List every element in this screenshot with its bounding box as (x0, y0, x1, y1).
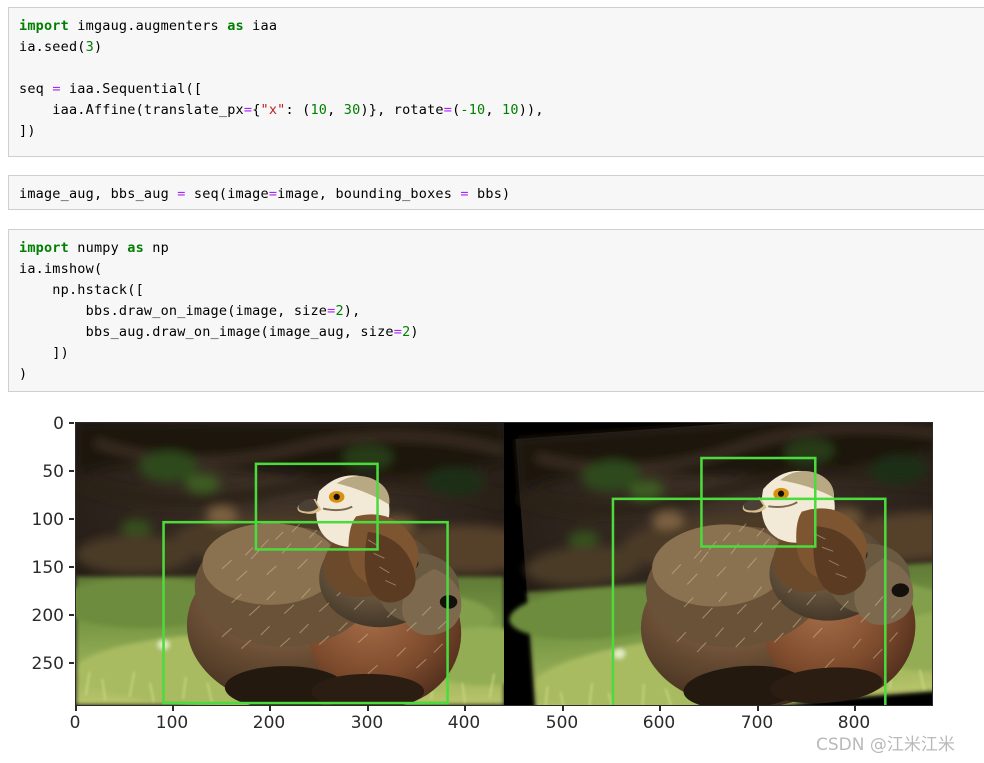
xtick-label-0: 0 (69, 713, 81, 733)
xtick-label-100: 100 (155, 713, 189, 733)
xtick-label-700: 700 (740, 713, 774, 733)
xtick-label-500: 500 (545, 713, 579, 733)
code-cell-seq-content[interactable]: import imgaug.augmenters as iaa ia.seed(3… (19, 16, 984, 142)
ytick-mark-0 (69, 422, 74, 424)
xtick-label-400: 400 (447, 713, 481, 733)
code-line: ) (19, 366, 28, 382)
code-line: bbs_aug.draw_on_image(image_aug, size=2) (19, 324, 419, 340)
ytick-label-150: 150 (31, 558, 64, 578)
image-canvas (76, 423, 932, 705)
code-line: import numpy as np (19, 240, 169, 256)
csdn-watermark: CSDN @江米江米 (816, 735, 955, 755)
ytick-mark-250 (69, 662, 74, 664)
code-line: ]) (19, 123, 36, 139)
ytick-label-250: 250 (31, 654, 64, 674)
code-cell-augment-content[interactable]: image_aug, bbs_aug = seq(image=image, bo… (19, 184, 984, 205)
code-line: ia.imshow( (19, 261, 103, 277)
ytick-mark-50 (69, 470, 74, 472)
code-line: bbs.draw_on_image(image, size=2), (19, 303, 361, 319)
xtick-mark-0 (75, 705, 77, 711)
xtick-mark-600 (659, 705, 661, 711)
ytick-mark-150 (69, 566, 74, 568)
ytick-label-100: 100 (31, 510, 64, 530)
xtick-mark-100 (172, 705, 174, 711)
xtick-mark-200 (269, 705, 271, 711)
code-cell-show[interactable]: import numpy as np ia.imshow( np.hstack([… (8, 229, 984, 392)
xtick-mark-300 (367, 705, 369, 711)
code-line: np.hstack([ (19, 282, 144, 298)
ytick-mark-100 (69, 518, 74, 520)
code-cell-seq[interactable]: import imgaug.augmenters as iaa ia.seed(3… (8, 7, 984, 157)
code-line: image_aug, bbs_aug = seq(image=image, bo… (19, 186, 511, 202)
xtick-mark-500 (562, 705, 564, 711)
xtick-mark-800 (854, 705, 856, 711)
code-line: seq = iaa.Sequential([ (19, 81, 203, 97)
code-cell-show-content[interactable]: import numpy as np ia.imshow( np.hstack([… (19, 238, 984, 385)
figure-output: 0 50 100 150 200 250 0 100 200 300 400 5… (0, 400, 984, 763)
code-cell-augment[interactable]: image_aug, bbs_aug = seq(image=image, bo… (8, 175, 984, 210)
code-line: ia.seed(3) (19, 39, 103, 55)
xtick-label-200: 200 (252, 713, 286, 733)
ytick-label-200: 200 (31, 606, 64, 626)
ytick-label-50: 50 (42, 462, 64, 482)
xtick-mark-400 (464, 705, 466, 711)
panel-original (76, 423, 553, 705)
code-line: import imgaug.augmenters as iaa (19, 18, 278, 34)
xtick-label-300: 300 (350, 713, 384, 733)
notebook-page: import imgaug.augmenters as iaa ia.seed(3… (0, 0, 984, 763)
code-line: iaa.Affine(translate_px={"x": (10, 30)},… (19, 102, 544, 118)
ytick-label-0: 0 (53, 414, 64, 434)
code-line: ]) (19, 345, 69, 361)
panel-augmented (504, 423, 932, 705)
ytick-mark-200 (69, 614, 74, 616)
plot-axes (75, 422, 933, 706)
xtick-mark-700 (757, 705, 759, 711)
xtick-label-600: 600 (642, 713, 676, 733)
